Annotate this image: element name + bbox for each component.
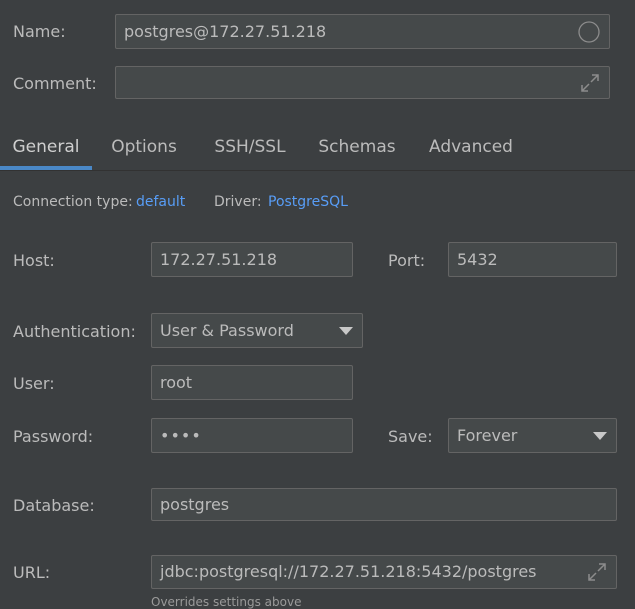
active-tab-indicator — [0, 166, 92, 170]
expand-icon[interactable] — [579, 72, 601, 98]
data-source-dialog: Name: postgres@172.27.51.218 Comment: Ge… — [0, 0, 635, 609]
password-value: •••• — [160, 425, 202, 445]
password-label: Password: — [13, 427, 94, 446]
password-input[interactable]: •••• — [151, 418, 353, 453]
comment-label: Comment: — [13, 74, 97, 93]
authentication-select[interactable]: User & Password — [151, 313, 363, 348]
tab-advanced[interactable]: Advanced — [420, 122, 522, 171]
user-value: root — [160, 372, 193, 392]
expand-icon[interactable] — [586, 561, 608, 588]
port-input[interactable]: 5432 — [448, 242, 617, 277]
url-note: Overrides settings above — [151, 595, 302, 609]
tab-ssh-ssl[interactable]: SSH/SSL — [205, 122, 295, 171]
connection-type-link[interactable]: default — [136, 193, 185, 211]
port-value: 5432 — [457, 249, 498, 269]
connection-type-label: Connection type: — [13, 194, 133, 210]
name-value: postgres@172.27.51.218 — [124, 21, 327, 41]
tab-bar: General Options SSH/SSL Schemas Advanced — [0, 122, 635, 171]
dropdown-arrow-icon — [339, 327, 353, 335]
driver-link[interactable]: PostgreSQL — [268, 193, 348, 211]
save-label: Save: — [388, 427, 433, 446]
url-label: URL: — [13, 563, 51, 582]
dropdown-arrow-icon — [593, 432, 607, 440]
driver-label: Driver: — [214, 194, 262, 210]
authentication-value: User & Password — [160, 320, 294, 340]
save-value: Forever — [457, 425, 518, 445]
tab-general[interactable]: General — [0, 122, 92, 171]
authentication-label: Authentication: — [13, 322, 136, 341]
host-input[interactable]: 172.27.51.218 — [151, 242, 353, 277]
user-input[interactable]: root — [151, 365, 353, 400]
circle-icon[interactable] — [578, 21, 600, 48]
database-input[interactable]: postgres — [151, 488, 617, 521]
tab-schemas[interactable]: Schemas — [312, 122, 402, 171]
save-select[interactable]: Forever — [448, 418, 617, 453]
database-label: Database: — [13, 496, 95, 515]
comment-field[interactable] — [115, 66, 610, 99]
host-value: 172.27.51.218 — [160, 249, 278, 269]
host-label: Host: — [13, 251, 55, 270]
url-value: jdbc:postgresql://172.27.51.218:5432/pos… — [160, 562, 537, 581]
port-label: Port: — [388, 251, 426, 270]
url-input[interactable]: jdbc:postgresql://172.27.51.218:5432/pos… — [151, 555, 617, 589]
name-field[interactable]: postgres@172.27.51.218 — [115, 14, 610, 49]
user-label: User: — [13, 374, 55, 393]
tab-options[interactable]: Options — [100, 122, 188, 171]
name-label: Name: — [13, 22, 66, 41]
database-value: postgres — [160, 494, 230, 514]
